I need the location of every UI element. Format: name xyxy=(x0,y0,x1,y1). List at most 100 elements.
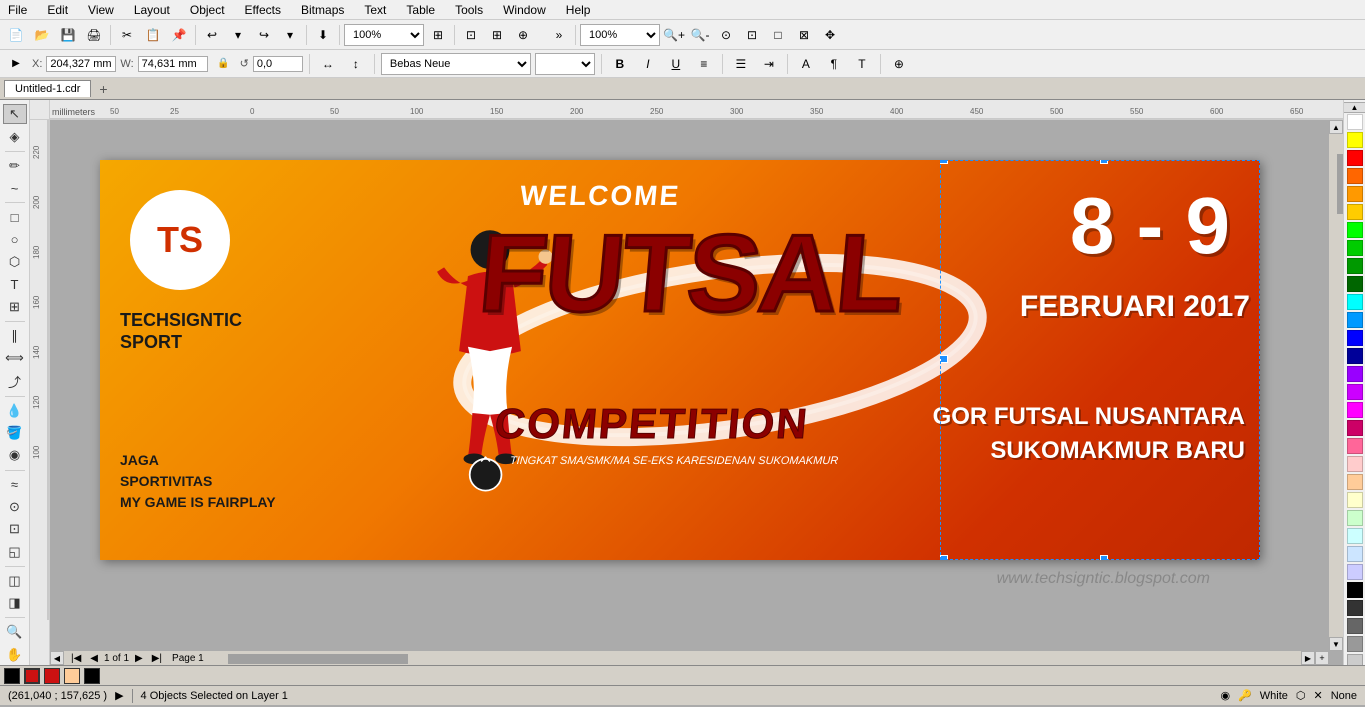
snap2[interactable]: ⊞ xyxy=(485,23,509,47)
color-swatch-amber[interactable] xyxy=(1347,186,1363,202)
save-button[interactable]: 💾 xyxy=(56,23,80,47)
menu-text[interactable]: Text xyxy=(360,3,390,17)
menu-help[interactable]: Help xyxy=(562,3,595,17)
pan-tool[interactable]: ✋ xyxy=(3,645,27,665)
cut-button[interactable]: ✂ xyxy=(115,23,139,47)
color-swatch-peach[interactable] xyxy=(1347,474,1363,490)
doc-canvas[interactable]: TS TECHSIGNTIC SPORT JAGA SPORTIVITAS MY… xyxy=(50,120,1329,651)
rectangle-tool[interactable]: □ xyxy=(3,207,27,227)
color-swatch-lime[interactable] xyxy=(1347,222,1363,238)
menu-view[interactable]: View xyxy=(84,3,118,17)
color-swatch-lightblue[interactable] xyxy=(1347,546,1363,562)
canvas-area[interactable]: millimeters 50 25 0 50 100 150 200 250 3… xyxy=(30,100,1343,665)
color-swatch-purple[interactable] xyxy=(1347,384,1363,400)
polygon-tool[interactable]: ⬡ xyxy=(3,252,27,272)
color-swatch-lightpink[interactable] xyxy=(1347,438,1363,454)
menu-window[interactable]: Window xyxy=(499,3,550,17)
sel-handle-tr[interactable] xyxy=(1100,160,1108,164)
sel-handle-ml[interactable] xyxy=(940,355,948,363)
color-swatch-red[interactable] xyxy=(1347,150,1363,166)
color-swatch-white[interactable] xyxy=(1347,114,1363,130)
open-button[interactable]: 📂 xyxy=(30,23,54,47)
vscroll-up-btn[interactable]: ▲ xyxy=(1329,120,1343,134)
blend-tool[interactable]: ≈ xyxy=(3,474,27,494)
color-swatch-lightcyan[interactable] xyxy=(1347,528,1363,544)
zoom-select2[interactable]: 100% xyxy=(580,24,660,46)
zoom-page[interactable]: □ xyxy=(766,23,790,47)
envelope-tool[interactable]: ⊡ xyxy=(3,519,27,539)
redo-dropdown[interactable]: ▾ xyxy=(278,23,302,47)
sel-handle-bm[interactable] xyxy=(1100,555,1108,560)
menu-edit[interactable]: Edit xyxy=(43,3,72,17)
color-swatch-cyan[interactable] xyxy=(1347,294,1363,310)
more-options[interactable]: » xyxy=(547,23,571,47)
import-button[interactable]: ⬇ xyxy=(311,23,335,47)
vscroll-down-btn[interactable]: ▼ xyxy=(1329,637,1343,651)
prev-page-btn[interactable]: ◀ xyxy=(87,653,101,664)
first-page-btn[interactable]: |◀ xyxy=(68,653,84,664)
zoom-select[interactable]: 100% xyxy=(344,24,424,46)
print-button[interactable]: 🖨 xyxy=(82,23,106,47)
paste-button[interactable]: 📌 xyxy=(167,23,191,47)
shape-tool[interactable]: ◈ xyxy=(3,126,27,146)
hscroll-track[interactable] xyxy=(208,652,1301,664)
color-swatch-blue[interactable] xyxy=(1347,330,1363,346)
undo-dropdown[interactable]: ▾ xyxy=(226,23,250,47)
zoom-options[interactable]: ⊞ xyxy=(426,23,450,47)
smart-draw[interactable]: ~ xyxy=(3,178,27,198)
redo-button[interactable]: ↪ xyxy=(252,23,276,47)
menu-table[interactable]: Table xyxy=(402,3,439,17)
dropper-tool[interactable]: 💧 xyxy=(3,400,27,420)
zoom-tool[interactable]: 🔍 xyxy=(3,622,27,642)
hscroll-right-btn[interactable]: ▶ xyxy=(1301,651,1315,665)
zoom-fit[interactable]: ⊙ xyxy=(714,23,738,47)
copy-button[interactable]: 📋 xyxy=(141,23,165,47)
color-swatch-darkgreen[interactable] xyxy=(1347,258,1363,274)
char-format[interactable]: A xyxy=(794,52,818,76)
bullet-list[interactable]: ☰ xyxy=(729,52,753,76)
mirror-v[interactable]: ↕ xyxy=(344,52,368,76)
freehand-tool[interactable]: ✏ xyxy=(3,156,27,176)
new-button[interactable]: 📄 xyxy=(4,23,28,47)
fill-color-indicator[interactable] xyxy=(4,668,20,684)
color-swatch-darkblue[interactable] xyxy=(1347,348,1363,364)
color-swatch-orange[interactable] xyxy=(1347,168,1363,184)
lock-ratio-button[interactable]: 🔒 xyxy=(212,52,236,76)
underline-button[interactable]: U xyxy=(664,52,688,76)
color-swatch-rosemist[interactable] xyxy=(1347,456,1363,472)
outline-color-indicator[interactable] xyxy=(24,668,40,684)
vscroll-thumb[interactable] xyxy=(1337,154,1343,214)
hscroll-thumb[interactable] xyxy=(228,654,408,664)
extrude-tool[interactable]: ◱ xyxy=(3,542,27,562)
fill-tool[interactable]: 🪣 xyxy=(3,423,27,443)
next-page-btn[interactable]: ▶ xyxy=(132,653,146,664)
menu-tools[interactable]: Tools xyxy=(451,3,487,17)
table-tool[interactable]: ⊞ xyxy=(3,297,27,317)
text-edit[interactable]: T xyxy=(850,52,874,76)
mirror-h[interactable]: ↔ xyxy=(316,52,340,76)
palette-scroll-up[interactable]: ▲ xyxy=(1343,102,1365,113)
dimension-tool[interactable]: ⟺ xyxy=(3,348,27,368)
select-tool[interactable]: ↖ xyxy=(3,104,27,124)
parallel-tool[interactable]: ∥ xyxy=(3,326,27,346)
bold-button[interactable]: B xyxy=(608,52,632,76)
color-swatch-forestgreen[interactable] xyxy=(1347,276,1363,292)
zoom-select3[interactable]: ⊠ xyxy=(792,23,816,47)
color-swatch-gray[interactable] xyxy=(1347,618,1363,634)
last-page-btn[interactable]: ▶| xyxy=(149,653,165,664)
font-select[interactable]: Bebas Neue xyxy=(381,53,531,75)
color-swatch-lavender[interactable] xyxy=(1347,564,1363,580)
color-swatch-yellow[interactable] xyxy=(1347,132,1363,148)
contour-tool[interactable]: ⊙ xyxy=(3,497,27,517)
select-all-button[interactable]: ▶ xyxy=(4,52,28,76)
add-text[interactable]: ⊕ xyxy=(887,52,911,76)
color-swatch-cream[interactable] xyxy=(1347,492,1363,508)
color-swatch-mintcream[interactable] xyxy=(1347,510,1363,526)
text-tool[interactable]: T xyxy=(3,274,27,294)
color-box-red[interactable] xyxy=(44,668,60,684)
menu-effects[interactable]: Effects xyxy=(241,3,285,17)
color-swatch-darkgray[interactable] xyxy=(1347,600,1363,616)
pan-button[interactable]: ✥ xyxy=(818,23,842,47)
zoom-in-button[interactable]: 🔍+ xyxy=(662,23,686,47)
color-swatch-medgray[interactable] xyxy=(1347,636,1363,652)
